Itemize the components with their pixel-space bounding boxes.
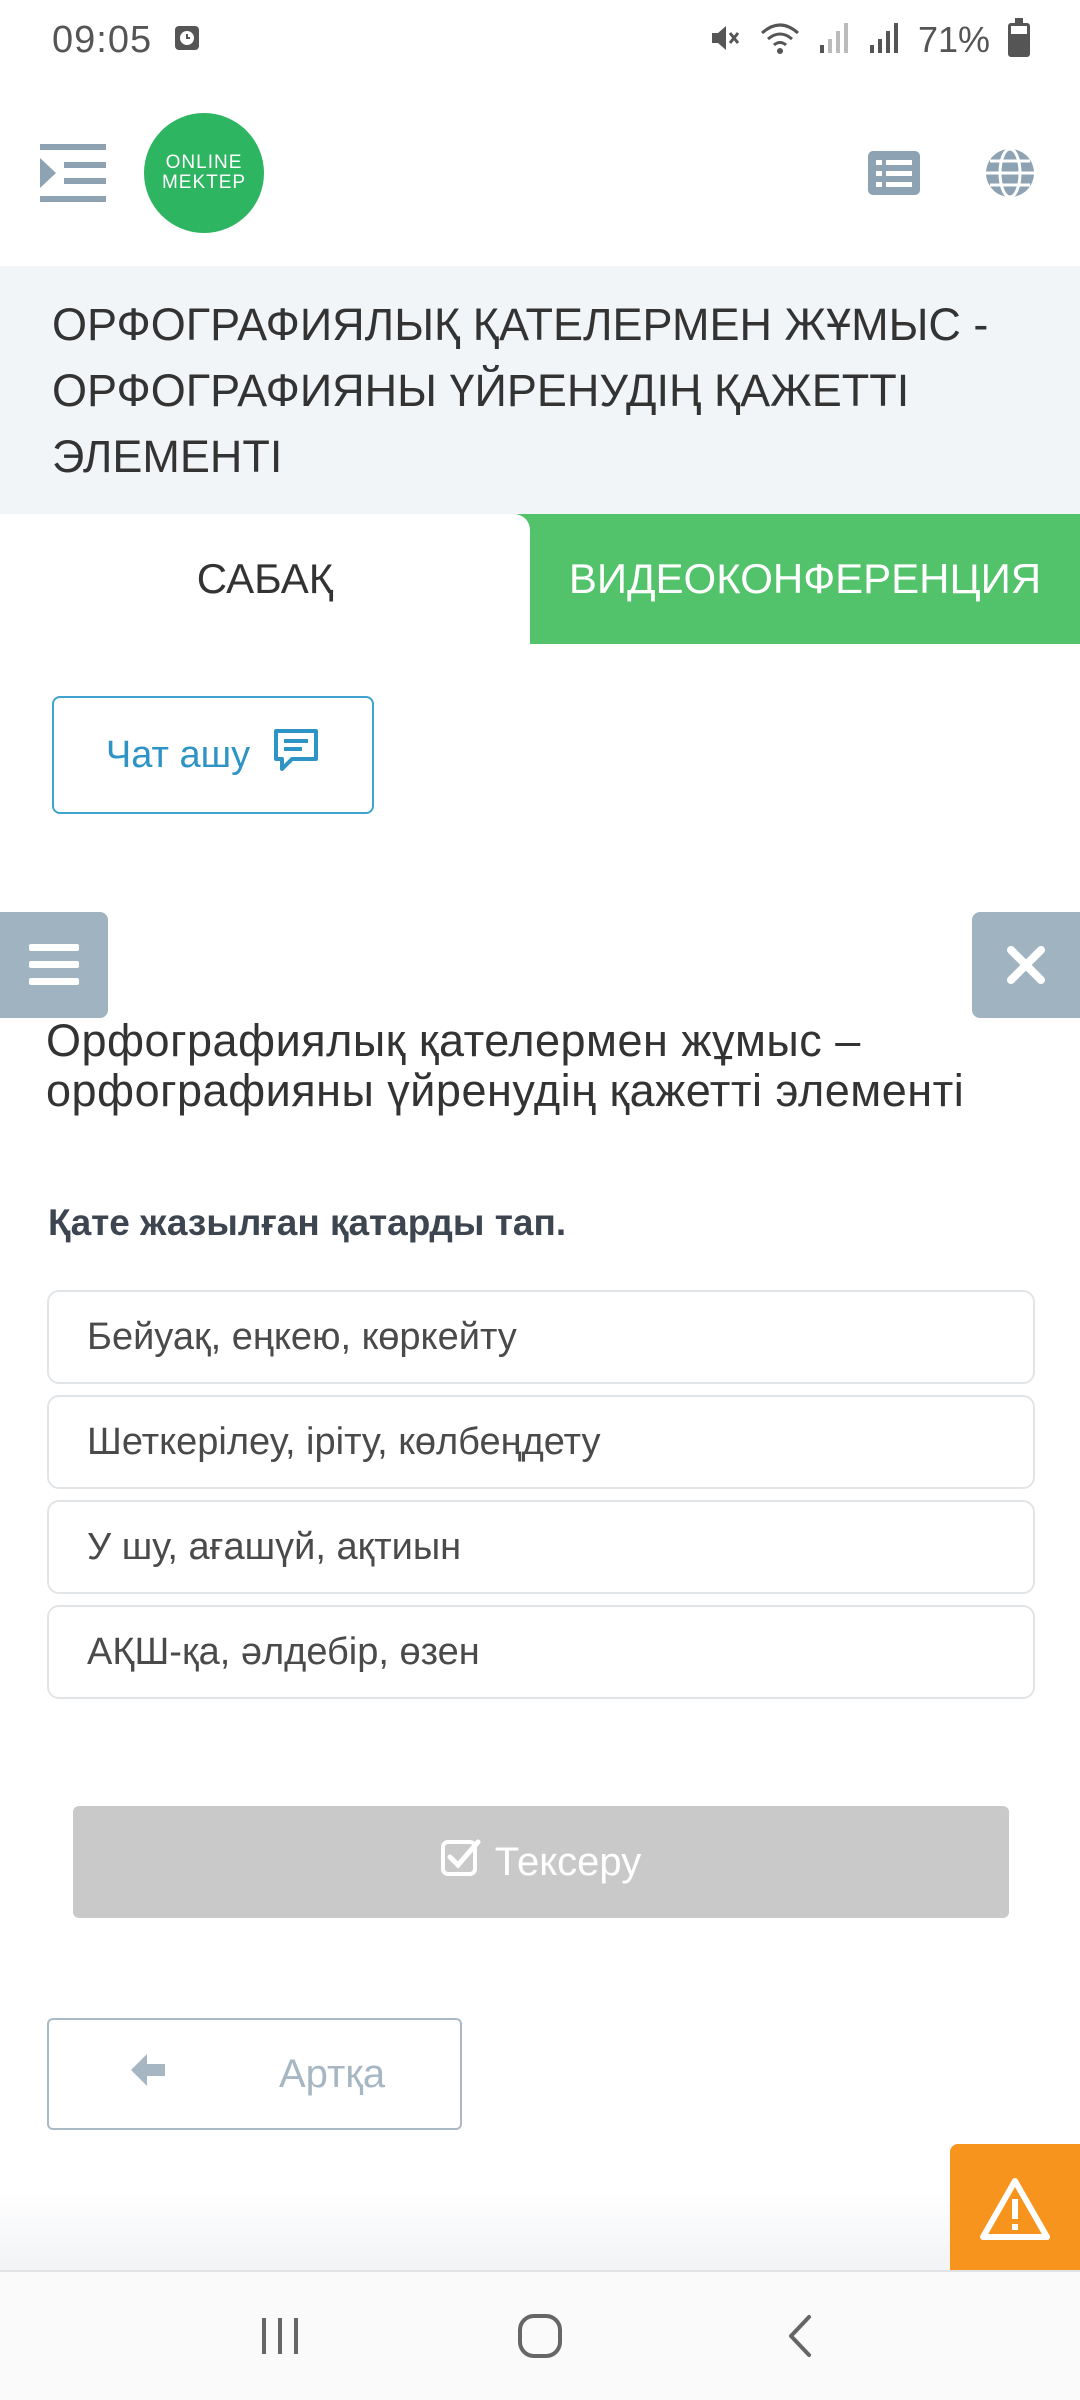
tabs: САБАҚ ВИДЕОКОНФЕРЕНЦИЯ [0, 514, 1080, 644]
wifi-icon [760, 21, 800, 60]
system-nav-bar [0, 2272, 1080, 2400]
answer-option-3[interactable]: У шу, ағашүй, ақтиын [47, 1500, 1035, 1594]
app-header: ONLINE MEKTEP [0, 80, 1080, 266]
menu-indent-icon[interactable] [40, 140, 106, 206]
task-title: Орфографиялық қателермен жұмыс – орфогра… [46, 1015, 965, 1116]
answer-option-4[interactable]: АҚШ-қа, әлдебір, өзен [47, 1605, 1035, 1699]
task-list-menu-button[interactable] [0, 912, 108, 1018]
answer-option-1[interactable]: Бейуақ, еңкею, көркейту [47, 1290, 1035, 1384]
chat-icon [272, 727, 320, 783]
checkbox-checked-icon [440, 1838, 481, 1886]
close-task-button[interactable] [972, 912, 1080, 1018]
logo-line1: ONLINE [165, 152, 243, 173]
back-nav-icon[interactable] [760, 2296, 840, 2376]
clock-notification-icon [174, 25, 200, 56]
tab-lesson[interactable]: САБАҚ [0, 514, 530, 644]
lesson-title-band: ОРФОГРАФИЯЛЫҚ ҚАТЕЛЕРМЕН ЖҰМЫС - ОРФОГРА… [0, 266, 1080, 514]
home-icon[interactable] [500, 2296, 580, 2376]
status-time: 09:05 [52, 18, 153, 61]
list-icon[interactable] [864, 143, 924, 203]
battery-icon [1008, 18, 1030, 57]
chat-button-label: Чат ашу [105, 733, 251, 776]
answer-list: Бейуақ, еңкею, көркейту Шеткерілеу, іріт… [47, 1290, 1035, 1710]
question-text: Қате жазылған қатарды тап. [48, 1202, 567, 1243]
status-right: 71% [708, 18, 1030, 61]
status-bar: 09:05 71% [0, 0, 1080, 80]
report-problem-button[interactable] [950, 2144, 1080, 2274]
arrow-left-icon [127, 2050, 167, 2095]
battery-percent: 71% [917, 19, 990, 60]
close-icon [1007, 946, 1045, 984]
globe-icon[interactable] [980, 143, 1040, 203]
back-button[interactable]: Артқа [47, 2018, 462, 2130]
signal-icon-1 [818, 21, 850, 60]
check-button-label: Тексеру [494, 1839, 642, 1884]
back-button-label: Артқа [279, 2052, 386, 2096]
mute-icon [708, 21, 742, 60]
logo-line2: MEKTEP [161, 172, 247, 193]
warning-icon [980, 2178, 1050, 2240]
tab-videoconference[interactable]: ВИДЕОКОНФЕРЕНЦИЯ [530, 514, 1080, 644]
lesson-title: ОРФОГРАФИЯЛЫҚ ҚАТЕЛЕРМЕН ЖҰМЫС - ОРФОГРА… [52, 299, 989, 482]
answer-option-2[interactable]: Шеткерілеу, іріту, көлбеңдету [47, 1395, 1035, 1489]
open-chat-button[interactable]: Чат ашу [52, 696, 374, 814]
status-left: 09:05 [52, 19, 200, 62]
recent-apps-icon[interactable] [240, 2296, 320, 2376]
signal-icon-2 [868, 21, 900, 60]
page-bottom-shade [0, 2192, 1080, 2272]
online-mektep-logo[interactable]: ONLINE MEKTEP [144, 113, 264, 233]
check-answer-button[interactable]: Тексеру [73, 1806, 1009, 1918]
hamburger-icon [29, 944, 79, 985]
